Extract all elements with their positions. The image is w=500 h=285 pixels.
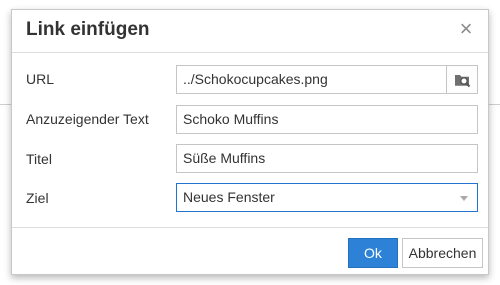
target-label: Ziel	[26, 190, 49, 206]
chevron-down-icon	[460, 196, 468, 201]
background-divider-right	[488, 104, 500, 105]
display-text-input[interactable]: Schoko Muffins	[176, 105, 478, 134]
browse-button[interactable]	[446, 65, 478, 94]
ok-button[interactable]: Ok	[348, 238, 398, 268]
browse-icon	[455, 75, 471, 88]
insert-link-dialog: Link einfügen × URL ../Schokocupcakes.pn…	[11, 9, 489, 275]
background-divider-left	[0, 104, 11, 105]
target-select-value: Neues Fenster	[183, 189, 275, 205]
title-input[interactable]: Süße Muffins	[176, 144, 478, 173]
display-text-label: Anzuzeigender Text	[26, 111, 149, 127]
title-label: Titel	[26, 151, 52, 167]
url-input[interactable]: ../Schokocupcakes.png	[176, 65, 447, 94]
dialog-title: Link einfügen	[26, 19, 150, 40]
dialog-footer-divider	[12, 227, 488, 228]
cancel-button[interactable]: Abbrechen	[402, 238, 483, 268]
target-select[interactable]: Neues Fenster	[176, 183, 478, 212]
dialog-titlebar: Link einfügen ×	[12, 10, 488, 53]
url-label: URL	[26, 71, 55, 87]
close-icon[interactable]: ×	[456, 17, 476, 41]
